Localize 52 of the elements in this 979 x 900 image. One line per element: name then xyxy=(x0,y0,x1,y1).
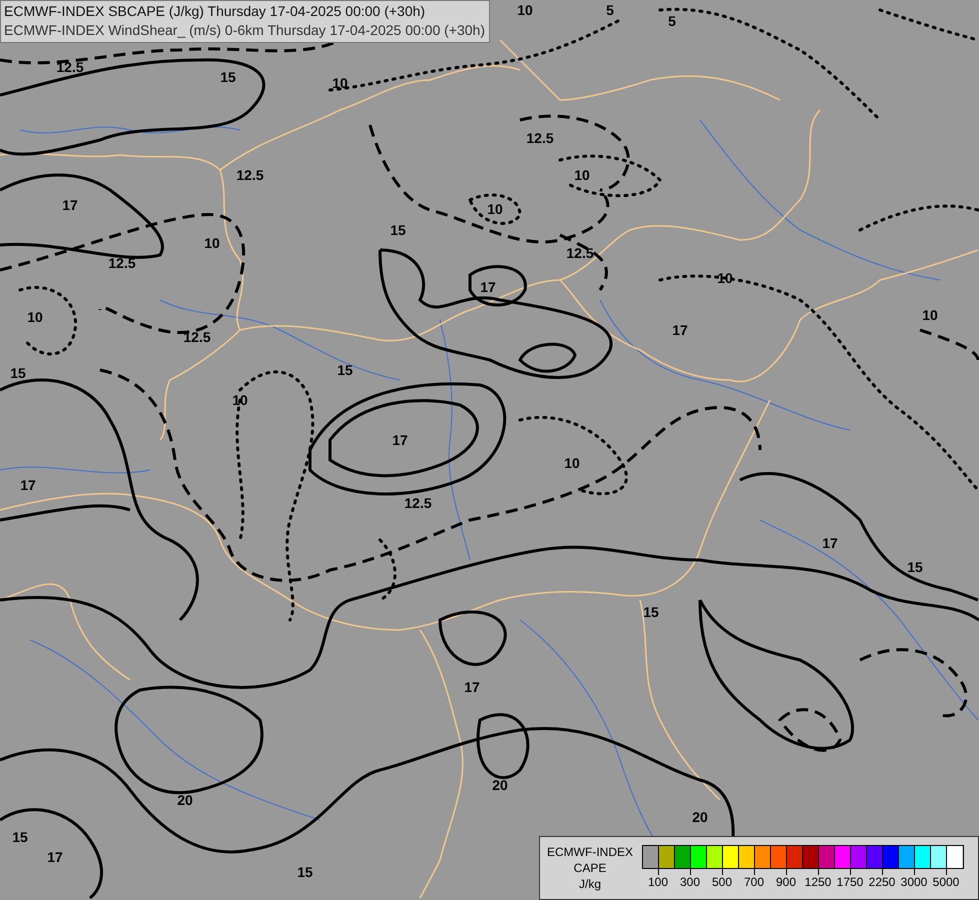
contour-label: 10 xyxy=(564,455,580,471)
contour-label: 10 xyxy=(574,167,590,183)
contour-label: 12.5 xyxy=(566,245,594,261)
legend-title: ECMWF-INDEX xyxy=(546,844,634,860)
contour-label: 17 xyxy=(47,849,63,865)
contour-label: 15 xyxy=(390,222,406,238)
contour-label: 5 xyxy=(668,13,676,29)
contour-label: 10 xyxy=(204,235,220,251)
contour-label: 17 xyxy=(822,535,838,551)
contour-label: 15 xyxy=(12,829,28,845)
contour-label: 12.5 xyxy=(56,59,84,75)
legend-label: 2250 xyxy=(868,875,896,889)
contour-label: 15 xyxy=(337,362,353,378)
contour-label: 12.5 xyxy=(183,329,211,345)
legend-label: 300 xyxy=(680,875,700,889)
legend-label: 1250 xyxy=(804,875,832,889)
legend-label: 700 xyxy=(744,875,764,889)
contour-label: 15 xyxy=(220,69,236,85)
contour-label: 17 xyxy=(392,432,408,448)
header-line: ECMWF-INDEX SBCAPE (J/kg) Thursday 17-04-2025 00:00 (+30h) xyxy=(4,2,426,21)
contour-label: 17 xyxy=(672,322,688,338)
contour-label: 20 xyxy=(492,777,508,793)
legend-label: 900 xyxy=(776,875,796,889)
contour-label: 20 xyxy=(177,792,193,808)
contour-label: 10 xyxy=(332,75,348,91)
contour-label: 12.5 xyxy=(404,495,432,511)
contour-label: 17 xyxy=(62,197,78,213)
contour-label: 15 xyxy=(10,365,26,381)
header-line: ECMWF-INDEX WindShear_ (m/s) 0-6km Thursday 17-04-2025 00:00 (+30h) xyxy=(4,21,485,40)
legend-title: J/kg xyxy=(578,876,602,892)
contour-label: 15 xyxy=(907,559,923,575)
contour-label: 12.5 xyxy=(526,130,554,146)
contour-label: 12.5 xyxy=(236,167,264,183)
contour-label: 17 xyxy=(480,279,496,295)
legend-label: 5000 xyxy=(932,875,960,889)
legend-title: CAPE xyxy=(572,860,608,876)
contour-label: 15 xyxy=(643,604,659,620)
contour-label: 17 xyxy=(20,477,36,493)
contour-label: 10 xyxy=(517,2,533,18)
contour-label: 17 xyxy=(464,679,480,695)
contour-label: 10 xyxy=(27,309,43,325)
legend-label: 500 xyxy=(712,875,732,889)
contour-label: 12.5 xyxy=(108,255,136,271)
contour-label: 15 xyxy=(297,864,313,880)
legend-label: 100 xyxy=(648,875,668,889)
contour-label: 10 xyxy=(232,392,248,408)
contour-label: 5 xyxy=(606,2,614,18)
contour-label: 10 xyxy=(922,307,938,323)
contour-label: 10 xyxy=(487,201,503,217)
legend-label: 1750 xyxy=(836,875,864,889)
legend-label: 3000 xyxy=(900,875,928,889)
contour-label: 20 xyxy=(692,809,708,825)
